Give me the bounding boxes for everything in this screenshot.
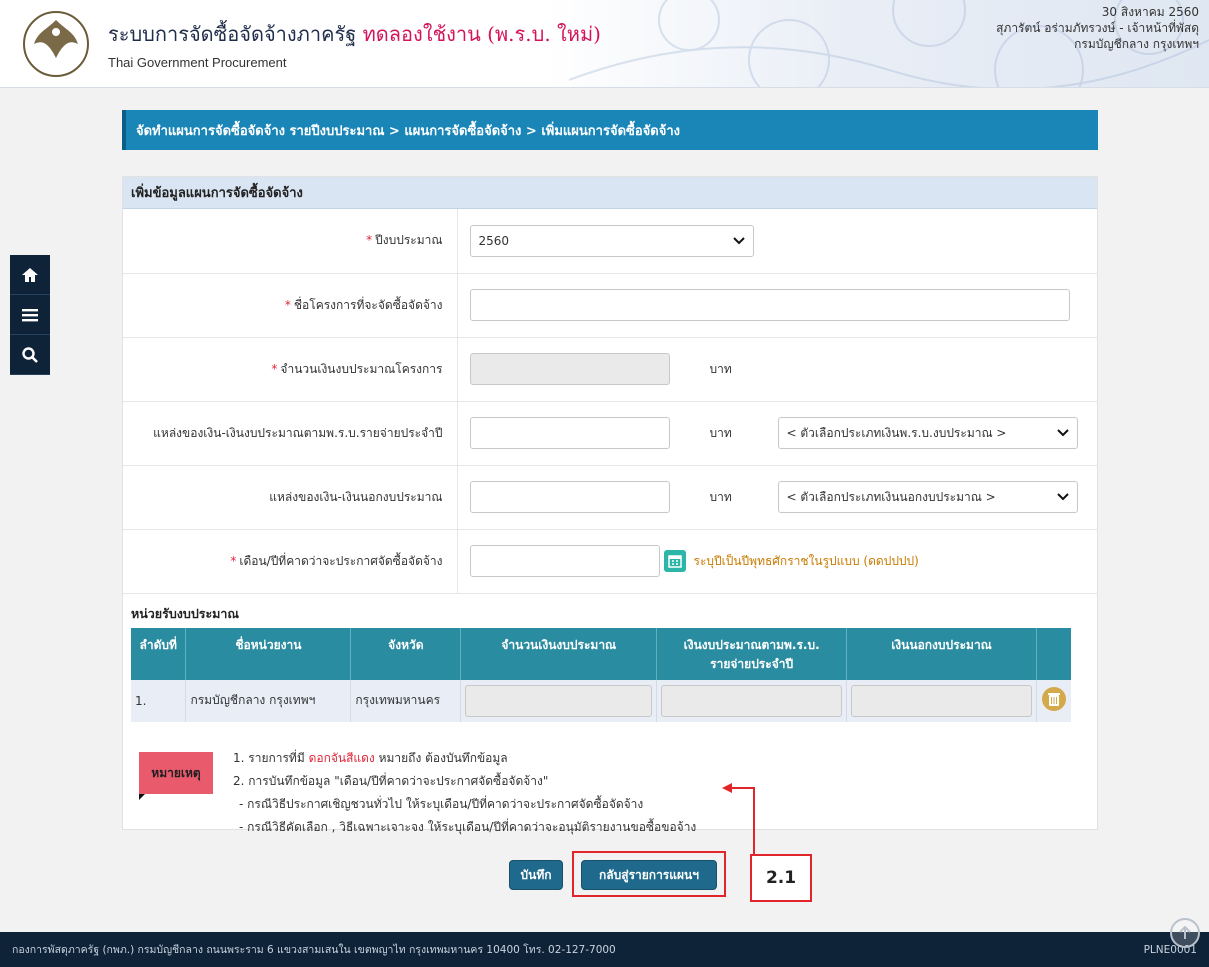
fiscal-year-value: 2560 (478, 233, 510, 248)
off-budget-label: แหล่งของเงิน-เงินนอกงบประมาณ (123, 465, 458, 529)
budget-amount-label: * จำนวนเงินงบประมาณโครงการ (123, 337, 458, 401)
fiscal-year-select[interactable]: 2560 (469, 224, 754, 257)
col-budget-amount: จำนวนเงินงบประมาณ (460, 627, 658, 680)
announce-month-row: * เดือน/ปีที่คาดว่าจะประกาศจัดซื้อจัดจ้าง… (123, 529, 1097, 593)
project-name-input[interactable] (469, 289, 1070, 321)
remark-line-4: - กรณีวิธีคัดเลือก , วิธีเฉพาะเจาะจง ให้… (239, 820, 697, 834)
save-button[interactable]: บันทึก (509, 860, 563, 890)
system-title-main: ระบบการจัดซื้อจัดจ้างภาครัฐ (108, 22, 357, 46)
announce-month-input[interactable] (469, 545, 660, 577)
col-off-budget: เงินนอกงบประมาณ (846, 627, 1037, 680)
budget-units-table: ลำดับที่ ชื่อหน่วยงาน จังหวัด จำนวนเงินง… (131, 627, 1071, 722)
table-header-row: ลำดับที่ ชื่อหน่วยงาน จังหวัด จำนวนเงินง… (131, 627, 1071, 680)
row-off-budget-input (851, 684, 1032, 717)
system-subtitle: Thai Government Procurement (108, 55, 287, 70)
user-info: 30 สิงหาคม 2560 สุภารัตน์ อร่ามภัทรวงษ์ … (996, 4, 1199, 52)
footer: กองการพัสดุภาครัฐ (กพภ.) กรมบัญชีกลาง ถน… (0, 932, 1209, 967)
garuda-logo-icon (23, 11, 89, 77)
remark-line-3: - กรณีวิธีประกาศเชิญชวนทั่วไป ให้ระบุเดื… (239, 797, 644, 811)
fiscal-year-label: * ปีงบประมาณ (123, 209, 458, 273)
footer-address: กองการพัสดุภาครัฐ (กพภ.) กรมบัญชีกลาง ถน… (12, 944, 616, 956)
remark-line-2: 2. การบันทึกข้อมูล "เดือน/ปีที่คาดว่าจะป… (233, 774, 549, 788)
off-budget-unit: บาท (709, 489, 732, 504)
back-to-plan-list-button[interactable]: กลับสู่รายการแผนฯ (581, 860, 717, 890)
row-agency: กรมบัญชีกลาง กรุงเทพฯ (185, 679, 352, 722)
project-name-label: * ชื่อโครงการที่จะจัดซื้อจัดจ้าง (123, 273, 458, 337)
delete-trash-icon[interactable] (1041, 686, 1067, 712)
scroll-top-button[interactable] (1170, 918, 1200, 948)
remarks-list: 1. รายการที่มี ดอกจันสีแดง หมายถึง ต้องบ… (233, 747, 696, 839)
home-button[interactable] (10, 255, 50, 295)
search-icon (22, 346, 38, 363)
system-title: ระบบการจัดซื้อจัดจ้างภาครัฐ ทดลองใช้งาน … (108, 18, 601, 50)
col-agency: ชื่อหน่วยงาน (185, 627, 352, 680)
budget-amount-row: * จำนวนเงินงบประมาณโครงการ บาท (123, 337, 1097, 401)
callout-label: 2.1 (750, 854, 812, 902)
calendar-icon (667, 555, 682, 568)
row-annual-budget-input (661, 684, 843, 717)
project-name-row: * ชื่อโครงการที่จะจัดซื้อจัดจ้าง (123, 273, 1097, 337)
side-nav (10, 255, 50, 375)
col-action (1036, 627, 1071, 680)
search-button[interactable] (10, 335, 50, 375)
off-budget-row: แหล่งของเงิน-เงินนอกงบประมาณ บาท < ตัวเล… (123, 465, 1097, 529)
current-date: 30 สิงหาคม 2560 (1101, 5, 1199, 19)
chevron-down-icon (732, 237, 745, 245)
col-province: จังหวัด (350, 627, 462, 680)
col-annual-budget: เงินงบประมาณตามพ.ร.บ. รายจ่ายประจำปี (656, 627, 848, 680)
date-format-hint: ระบุปีเป็นปีพุทธศักราชในรูปแบบ (ดดปปปป) (693, 553, 919, 568)
form-table: * ปีงบประมาณ 2560 * ชื่อโครงการที่จะจัดซื้… (123, 209, 1097, 594)
budget-amount-input (469, 353, 670, 385)
annual-budget-row: แหล่งของเงิน-เงินงบประมาณตามพ.ร.บ.รายจ่า… (123, 401, 1097, 465)
annual-budget-type-value: < ตัวเลือกประเภทเงินพ.ร.บ.งบประมาณ > (786, 425, 1007, 440)
trial-label: ทดลองใช้งาน (พ.ร.บ. ใหม่) (362, 22, 601, 46)
required-asterisk: * (230, 553, 237, 568)
col-order: ลำดับที่ (131, 627, 187, 680)
breadcrumb: จัดทำแผนการจัดซื้อจัดจ้าง รายปีงบประมาณ … (122, 110, 1098, 150)
annual-budget-input[interactable] (469, 417, 670, 449)
user-department: กรมบัญชีกลาง กรุงเทพฯ (1074, 37, 1199, 51)
annual-budget-label: แหล่งของเงิน-เงินงบประมาณตามพ.ร.บ.รายจ่า… (123, 401, 458, 465)
chevron-down-icon (1056, 493, 1069, 501)
annual-budget-type-select[interactable]: < ตัวเลือกประเภทเงินพ.ร.บ.งบประมาณ > (777, 417, 1078, 449)
required-asterisk: * (271, 361, 278, 376)
row-order: 1. (131, 679, 187, 722)
home-icon (22, 267, 38, 282)
budget-units-title: หน่วยรับงบประมาณ (131, 605, 240, 621)
off-budget-type-select[interactable]: < ตัวเลือกประเภทเงินนอกงบประมาณ > (777, 481, 1078, 513)
announce-month-label: * เดือน/ปีที่คาดว่าจะประกาศจัดซื้อจัดจ้าง (123, 529, 458, 593)
user-name: สุภารัตน์ อร่ามภัทรวงษ์ - เจ้าหน้าที่พัส… (996, 21, 1199, 35)
main-content: จัดทำแผนการจัดซื้อจัดจ้าง รายปีงบประมาณ … (122, 110, 1098, 897)
off-budget-type-value: < ตัวเลือกประเภทเงินนอกงบประมาณ > (786, 489, 996, 504)
form-section-title: เพิ่มข้อมูลแผนการจัดซื้อจัดจ้าง (123, 177, 1097, 209)
calendar-button[interactable] (663, 550, 686, 572)
required-asterisk: * (284, 297, 291, 312)
form-panel: เพิ่มข้อมูลแผนการจัดซื้อจัดจ้าง * ปีงบประ… (122, 176, 1098, 897)
off-budget-input[interactable] (469, 481, 670, 513)
fiscal-year-row: * ปีงบประมาณ 2560 (123, 209, 1097, 273)
menu-button[interactable] (10, 295, 50, 335)
row-budget-amount-input (465, 684, 653, 717)
required-asterisk: * (366, 233, 373, 248)
chevron-down-icon (1056, 429, 1069, 437)
remark-badge: หมายเหตุ (139, 752, 213, 800)
budget-amount-unit: บาท (709, 361, 732, 376)
annual-budget-unit: บาท (709, 425, 732, 440)
row-province: กรุงเทพมหานคร (350, 679, 462, 722)
arrow-up-icon (1179, 926, 1191, 939)
table-row: 1. กรมบัญชีกลาง กรุงเทพฯ กรุงเทพมหานคร (131, 679, 1071, 722)
app-header: ระบบการจัดซื้อจัดจ้างภาครัฐ ทดลองใช้งาน … (0, 0, 1209, 88)
menu-icon (22, 308, 38, 321)
remark-line-1: 1. รายการที่มี ดอกจันสีแดง หมายถึง ต้องบ… (233, 751, 508, 765)
